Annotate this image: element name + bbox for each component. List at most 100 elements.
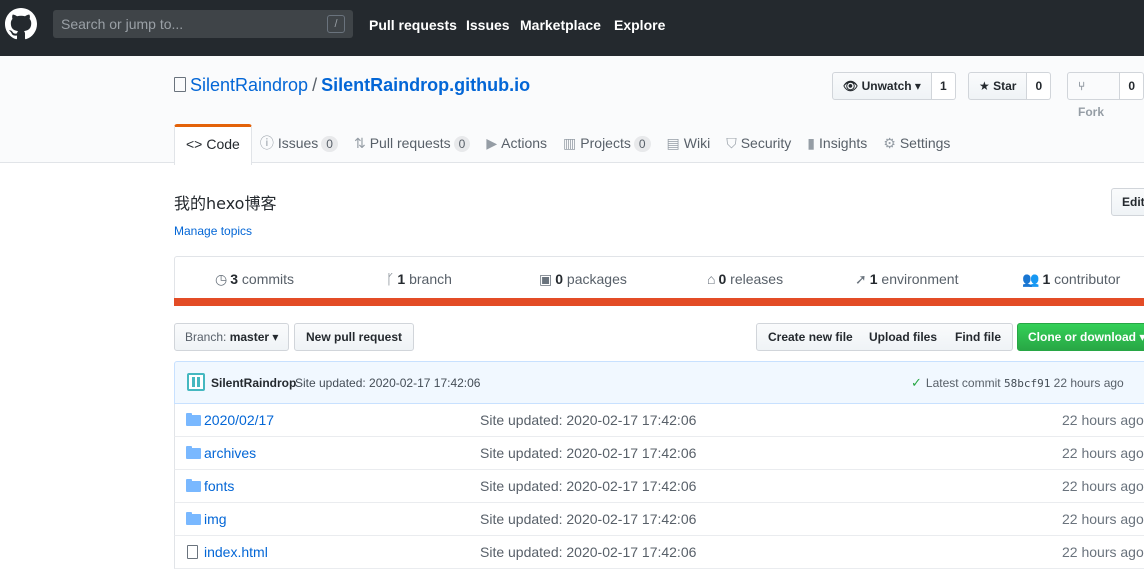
project-icon: ▥: [563, 135, 577, 151]
latest-commit-label: Latest commit: [925, 376, 1001, 390]
commit-author[interactable]: SilentRaindrop: [211, 376, 296, 390]
commit-message[interactable]: Site updated: 2020-02-17 17:42:06: [295, 376, 480, 390]
new-pull-request-button[interactable]: New pull request: [294, 323, 415, 351]
tab-settings[interactable]: ⚙ Settings: [875, 124, 958, 164]
star-count[interactable]: 0: [1027, 72, 1052, 100]
nav-pull-requests[interactable]: Pull requests: [369, 17, 457, 33]
file-name-link[interactable]: fonts: [204, 478, 234, 494]
language-bar[interactable]: [174, 298, 1144, 306]
branch-count: 1: [397, 271, 406, 287]
branch-prefix: Branch:: [185, 330, 227, 344]
clone-download-button[interactable]: Clone or download ▾: [1017, 323, 1144, 351]
releases-count: 0: [718, 271, 727, 287]
star-button[interactable]: ★ Star: [968, 72, 1028, 100]
branch-select-button[interactable]: Branch: master ▾: [174, 323, 290, 351]
releases-link[interactable]: ⌂ 0 releases: [707, 271, 783, 287]
list-item: 2020/02/17 Site updated: 2020-02-17 17:4…: [174, 404, 1144, 437]
folder-icon: [186, 446, 201, 459]
file-commit-message[interactable]: Site updated: 2020-02-17 17:42:06: [480, 445, 696, 461]
fork-group: ⑂ Fork 0: [1067, 72, 1144, 119]
tab-label: Pull requests: [369, 135, 451, 151]
folder-icon: [186, 413, 201, 426]
environment-link[interactable]: ➚ 1 environment: [855, 271, 958, 288]
gear-icon: ⚙: [883, 135, 896, 151]
fork-label: Fork: [1078, 105, 1105, 119]
issue-icon: ⓘ: [259, 135, 274, 151]
file-commit-message[interactable]: Site updated: 2020-02-17 17:42:06: [480, 412, 696, 428]
file-commit-message[interactable]: Site updated: 2020-02-17 17:42:06: [480, 544, 696, 560]
branch-name: master: [229, 330, 270, 344]
file-age: 22 hours ago: [1062, 544, 1144, 560]
nav-issues[interactable]: Issues: [466, 17, 510, 33]
file-name-link[interactable]: 2020/02/17: [204, 412, 274, 428]
unwatch-button[interactable]: 👁 Unwatch ▾: [832, 72, 932, 100]
list-item: fonts Site updated: 2020-02-17 17:42:06 …: [174, 470, 1144, 503]
tab-projects[interactable]: ▥ Projects 0: [555, 124, 659, 164]
tab-label: Wiki: [683, 135, 711, 151]
commits-count: 3: [230, 271, 239, 287]
branch-link[interactable]: ᚴ1 branch: [386, 271, 452, 287]
watch-count[interactable]: 1: [931, 72, 956, 100]
tab-security[interactable]: ⛉ Security: [718, 124, 799, 164]
manage-topics-link[interactable]: Manage topics: [174, 224, 252, 238]
file-commit-message[interactable]: Site updated: 2020-02-17 17:42:06: [480, 511, 696, 527]
tag-icon: ⌂: [707, 271, 716, 287]
edit-button[interactable]: Edit: [1111, 188, 1144, 216]
file-age: 22 hours ago: [1062, 511, 1144, 527]
tab-wiki[interactable]: ▤ Wiki: [659, 124, 719, 164]
file-commit-message[interactable]: Site updated: 2020-02-17 17:42:06: [480, 478, 696, 494]
file-name-link[interactable]: img: [204, 511, 227, 527]
watch-group: 👁 Unwatch ▾ 1: [832, 72, 956, 100]
commit-sha[interactable]: 58bcf91: [1004, 377, 1050, 390]
file-age: 22 hours ago: [1062, 412, 1144, 428]
find-file-button[interactable]: Find file: [944, 323, 1013, 351]
repo-tabs: <> Code ⓘ Issues 0 ⇅ Pull requests 0 ▶ Actions…: [174, 124, 958, 165]
nav-marketplace[interactable]: Marketplace: [520, 17, 601, 33]
eye-icon: 👁: [843, 79, 862, 93]
repo-icon: [174, 77, 186, 92]
search-shortcut-key: /: [327, 15, 345, 33]
repo-owner-link[interactable]: SilentRaindrop: [190, 75, 308, 95]
repo-name-link[interactable]: SilentRaindrop.github.io: [321, 75, 530, 95]
repo-description: 我的hexo博客: [174, 194, 277, 213]
history-icon: ◷: [215, 271, 228, 287]
github-logo-icon[interactable]: [5, 8, 37, 40]
packages-link[interactable]: ▣ 0 packages: [539, 271, 627, 288]
play-icon: ▶: [486, 135, 498, 151]
file-icon: [187, 545, 198, 559]
tab-pull-requests[interactable]: ⇅ Pull requests 0: [346, 124, 478, 164]
tab-insights[interactable]: ▮ Insights: [799, 124, 875, 164]
package-icon: ▣: [539, 271, 553, 287]
branch-label: branch: [409, 271, 452, 287]
search-input[interactable]: Search or jump to... /: [53, 10, 353, 38]
file-name-link[interactable]: index.html: [204, 544, 268, 560]
tab-code[interactable]: <> Code: [174, 124, 252, 165]
contributor-link[interactable]: 👥 1 contributor: [1022, 271, 1120, 288]
tab-counter: 0: [453, 136, 471, 152]
commits-link[interactable]: ◷ 3 commits: [215, 271, 294, 288]
tab-label: Actions: [501, 135, 548, 151]
packages-count: 0: [555, 271, 564, 287]
create-new-file-button[interactable]: Create new file: [756, 323, 865, 351]
avatar[interactable]: [187, 373, 205, 391]
tab-actions[interactable]: ▶ Actions: [478, 124, 555, 164]
branch-icon: ᚴ: [386, 271, 395, 287]
latest-commit-info: ✓ Latest commit 58bcf91 22 hours ago: [911, 375, 1124, 391]
fork-count[interactable]: 0: [1120, 72, 1144, 100]
tab-label: Settings: [899, 135, 951, 151]
fork-button[interactable]: ⑂ Fork: [1067, 72, 1121, 119]
caret-down-icon: ▾: [272, 330, 279, 344]
tab-issues[interactable]: ⓘ Issues 0: [252, 124, 346, 164]
check-icon: ✓: [911, 375, 922, 390]
repo-header: SilentRaindrop / SilentRaindrop.github.io …: [0, 56, 1144, 165]
code-icon: <>: [186, 136, 203, 152]
nav-explore[interactable]: Explore: [614, 17, 665, 33]
file-name-link[interactable]: archives: [204, 445, 256, 461]
contributor-label: contributor: [1054, 271, 1121, 287]
list-item: img Site updated: 2020-02-17 17:42:06 22…: [174, 503, 1144, 536]
pr-icon: ⇅: [353, 135, 366, 151]
latest-commit-bar: SilentRaindrop Site updated: 2020-02-17 …: [174, 361, 1144, 404]
upload-files-button[interactable]: Upload files: [858, 323, 950, 351]
tab-label: Code: [206, 136, 240, 152]
list-item: archives Site updated: 2020-02-17 17:42:…: [174, 437, 1144, 470]
